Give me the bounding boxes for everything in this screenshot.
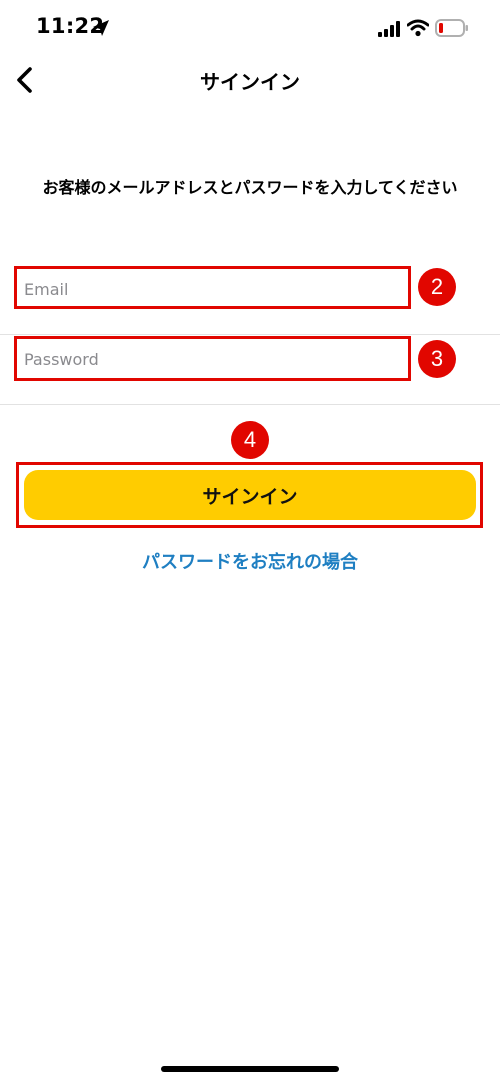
wifi-icon — [407, 19, 429, 37]
signin-button[interactable]: サインイン — [24, 470, 476, 520]
email-field[interactable] — [24, 266, 404, 312]
page-title: サインイン — [200, 70, 300, 94]
home-indicator — [161, 1066, 339, 1072]
password-field[interactable] — [24, 336, 404, 382]
nav-bar: サインイン — [0, 56, 500, 106]
step-badge-password: 3 — [418, 340, 456, 378]
status-bar: 11:22 — [0, 0, 500, 60]
battery-low-icon — [435, 19, 468, 37]
step-badge-signin: 4 — [231, 421, 269, 459]
cellular-signal-icon — [378, 21, 400, 37]
location-arrow-icon — [93, 20, 109, 36]
step-badge-email: 2 — [418, 268, 456, 306]
instruction-text: お客様のメールアドレスとパスワードを入力してください — [42, 178, 458, 197]
forgot-password-link[interactable]: パスワードをお忘れの場合 — [0, 548, 500, 574]
